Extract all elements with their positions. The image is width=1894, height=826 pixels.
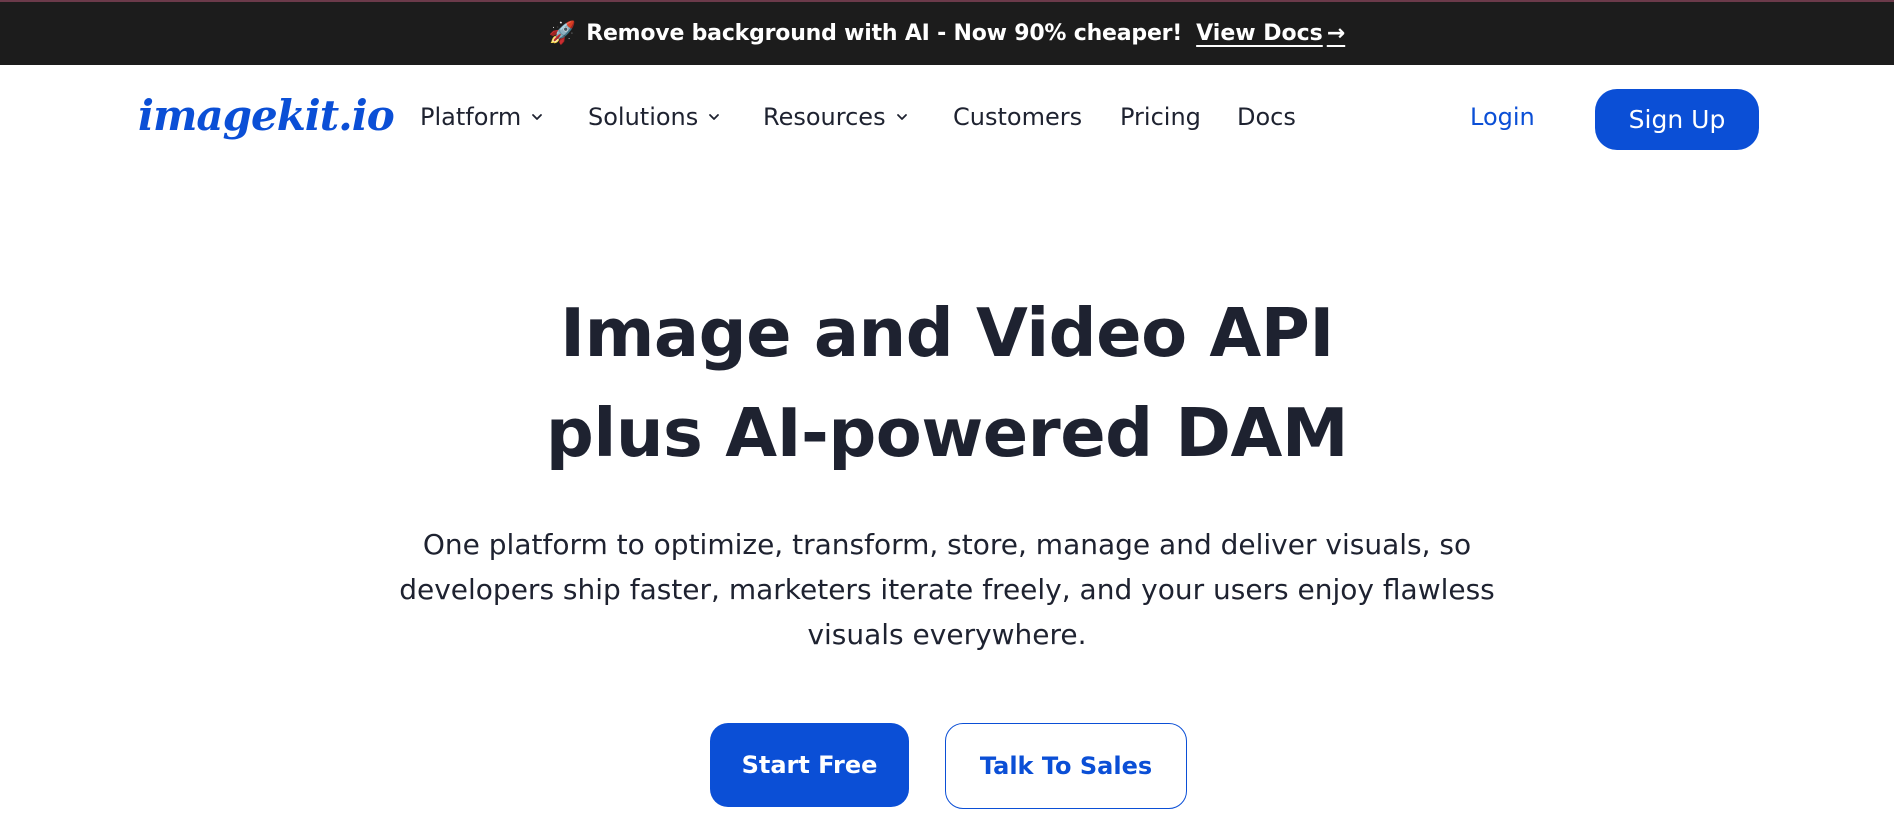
rocket-icon: 🚀 [548, 20, 577, 46]
nav-item-label: Resources [763, 103, 886, 131]
announcement-message: Remove background with AI - Now 90% chea… [586, 21, 1183, 46]
nav-item-label: Platform [420, 103, 522, 131]
logo[interactable]: imagekit.io [138, 91, 395, 140]
announcement-bar: 🚀 Remove background with AI - Now 90% ch… [0, 0, 1894, 65]
nav-item-customers[interactable]: Customers [953, 103, 1082, 131]
hero-title-line-2: plus AI-powered DAM [545, 394, 1349, 472]
chevron-down-icon [532, 114, 543, 120]
nav-item-resources[interactable]: Resources [763, 103, 910, 131]
hero-title: Image and Video API plus AI-powered DAM [0, 283, 1894, 483]
nav-item-label: Solutions [588, 103, 699, 131]
nav-item-docs[interactable]: Docs [1237, 103, 1296, 131]
nav-item-pricing[interactable]: Pricing [1120, 103, 1201, 131]
chevron-down-icon [896, 114, 907, 120]
nav-item-label: Pricing [1120, 103, 1201, 131]
view-docs-label: View Docs [1196, 21, 1323, 46]
nav-item-label: Docs [1237, 103, 1296, 131]
signup-button[interactable]: Sign Up [1595, 89, 1759, 150]
hero-subtitle: One platform to optimize, transform, sto… [399, 528, 1495, 651]
login-link[interactable]: Login [1470, 103, 1535, 131]
nav-item-platform[interactable]: Platform [420, 103, 545, 131]
nav-item-label: Customers [953, 103, 1083, 131]
chevron-down-icon [709, 114, 720, 120]
talk-to-sales-button[interactable]: Talk To Sales [945, 723, 1187, 809]
nav-item-solutions[interactable]: Solutions [588, 103, 722, 131]
hero-title-line-1: Image and Video API [560, 294, 1334, 372]
arrow-right-icon: → [1326, 21, 1346, 46]
main-nav: imagekit.io Platform Solutions Resources… [0, 65, 1894, 172]
view-docs-link[interactable]: View Docs → [1196, 21, 1345, 46]
start-free-button[interactable]: Start Free [710, 723, 909, 807]
